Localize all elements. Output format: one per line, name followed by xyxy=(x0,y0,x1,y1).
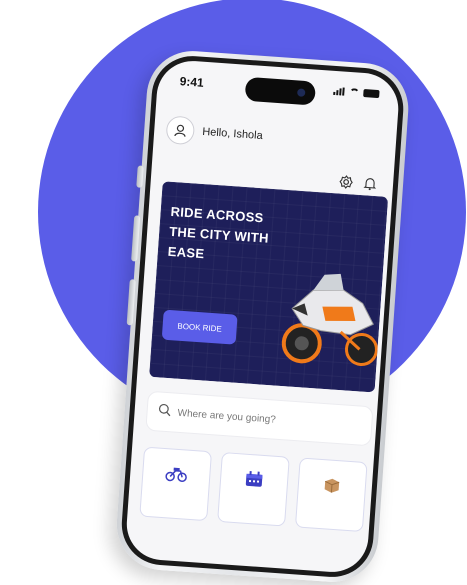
greeting-text: Hello, Ishola xyxy=(201,125,264,143)
phone-mockup: 9:41 Hello, Ishola RIDE ACROSS THE CITY … xyxy=(0,0,467,585)
dynamic-island xyxy=(244,76,317,106)
motorbike-icon xyxy=(162,465,188,518)
motorbike-image xyxy=(281,273,378,366)
promo-banner: RIDE ACROSS THE CITY WITH EASE BOOK RIDE xyxy=(149,181,389,393)
calendar-icon xyxy=(242,470,264,524)
greeting-header: Hello, Ishola xyxy=(165,115,263,150)
camera-icon xyxy=(296,88,306,97)
user-icon[interactable] xyxy=(165,115,196,146)
app-screen: 9:41 Hello, Ishola RIDE ACROSS THE CITY … xyxy=(124,58,401,575)
signal-icon xyxy=(333,87,346,96)
package-icon xyxy=(320,476,342,529)
service-card-ride[interactable] xyxy=(139,446,213,522)
service-cards xyxy=(139,446,368,533)
service-card-schedule[interactable] xyxy=(217,452,290,527)
service-card-delivery[interactable] xyxy=(294,457,368,533)
volume-down-button xyxy=(126,279,136,326)
status-icons xyxy=(333,87,380,99)
bell-icon[interactable] xyxy=(362,176,377,196)
status-time: 9:41 xyxy=(179,74,205,90)
book-ride-button[interactable]: BOOK RIDE xyxy=(161,309,238,345)
banner-title: RIDE ACROSS THE CITY WITH EASE xyxy=(167,203,270,262)
volume-up-button xyxy=(131,215,141,262)
header-actions xyxy=(338,175,377,197)
search-input[interactable]: Where are you going? xyxy=(145,390,374,447)
phone-frame: 9:41 Hello, Ishola RIDE ACROSS THE CITY … xyxy=(113,48,412,585)
wifi-icon xyxy=(349,88,360,97)
gear-icon[interactable] xyxy=(338,175,353,195)
search-placeholder: Where are you going? xyxy=(177,407,277,426)
action-button xyxy=(136,165,144,188)
search-icon xyxy=(157,402,172,422)
battery-icon xyxy=(363,89,380,99)
